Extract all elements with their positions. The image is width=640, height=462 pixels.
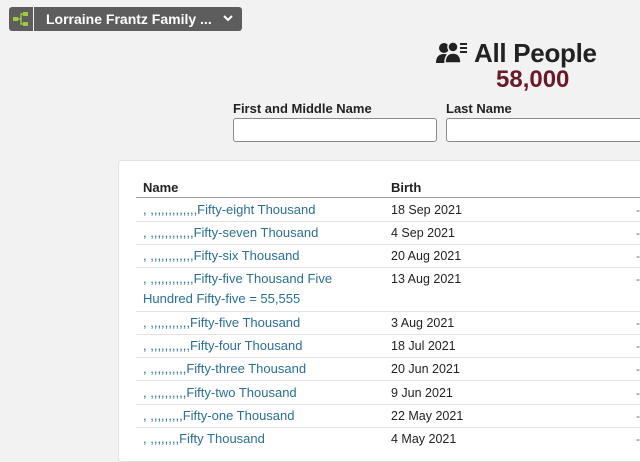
people-count: 58,000	[496, 66, 570, 93]
birth-date: 4 May 2021	[391, 432, 457, 446]
row-divider	[136, 380, 640, 381]
cell-placeholder: -	[636, 226, 640, 240]
cell-placeholder: -	[636, 316, 640, 330]
chevron-down-icon	[223, 15, 233, 22]
person-name-link[interactable]: , ,,,,,,,,,,Fifty-two Thousand	[143, 383, 363, 403]
row-divider	[136, 404, 640, 405]
page-header: All People	[436, 38, 616, 69]
birth-date: 18 Sep 2021	[391, 203, 462, 217]
cell-placeholder: -	[636, 386, 640, 400]
people-icon	[436, 40, 467, 64]
row-divider	[136, 334, 640, 335]
cell-placeholder: -	[636, 339, 640, 353]
family-tree-icon	[13, 12, 28, 26]
page-title: All People	[474, 38, 597, 68]
person-name-link[interactable]: , ,,,,,,,,,,,,Fifty-six Thousand	[143, 246, 363, 266]
birth-date: 13 Aug 2021	[391, 272, 462, 286]
cell-placeholder: -	[636, 203, 640, 217]
birth-date: 20 Aug 2021	[391, 249, 462, 263]
last-name-input[interactable]	[446, 118, 640, 142]
birth-date: 22 May 2021	[391, 409, 464, 423]
birth-date: 3 Aug 2021	[391, 316, 455, 330]
person-name-link[interactable]: , ,,,,,,,,Fifty Thousand	[143, 429, 363, 449]
cell-placeholder: -	[636, 362, 640, 376]
row-divider	[136, 311, 640, 312]
cell-placeholder: -	[636, 432, 640, 446]
row-divider	[136, 427, 640, 428]
birth-date: 18 Jul 2021	[391, 339, 456, 353]
first-name-label: First and Middle Name	[233, 101, 372, 116]
person-name-link[interactable]: , ,,,,,,,,,,,,,Fifty-eight Thousand	[143, 200, 363, 220]
table-header-divider	[136, 197, 640, 198]
person-name-link[interactable]: , ,,,,,,,,,,Fifty-three Thousand	[143, 359, 363, 379]
person-name-link[interactable]: , ,,,,,,,,,,,Fifty-five Thousand	[143, 313, 363, 333]
cell-placeholder: -	[636, 249, 640, 263]
birth-date: 20 Jun 2021	[391, 362, 460, 376]
first-name-input[interactable]	[233, 118, 437, 142]
person-name-link[interactable]: , ,,,,,,,,,Fifty-one Thousand	[143, 406, 363, 426]
family-tree-icon-button[interactable]	[9, 7, 33, 31]
birth-date: 9 Jun 2021	[391, 386, 453, 400]
person-name-link[interactable]: , ,,,,,,,,,,,Fifty-four Thousand	[143, 336, 363, 356]
birth-date: 4 Sep 2021	[391, 226, 455, 240]
last-name-label: Last Name	[446, 101, 512, 116]
tree-selector-dropdown[interactable]: Lorraine Frantz Family ...	[34, 7, 242, 31]
row-divider	[136, 221, 640, 222]
row-divider	[136, 267, 640, 268]
cell-placeholder: -	[636, 272, 640, 286]
person-name-link[interactable]: , ,,,,,,,,,,,,Fifty-five Thousand Five H…	[143, 269, 343, 309]
person-name-link[interactable]: , ,,,,,,,,,,,,Fifty-seven Thousand	[143, 223, 363, 243]
row-divider	[136, 244, 640, 245]
column-header-name[interactable]: Name	[143, 180, 178, 195]
cell-placeholder: -	[636, 409, 640, 423]
column-header-birth[interactable]: Birth	[391, 180, 421, 195]
row-divider	[136, 357, 640, 358]
tree-selector-label: Lorraine Frantz Family ...	[46, 11, 212, 27]
